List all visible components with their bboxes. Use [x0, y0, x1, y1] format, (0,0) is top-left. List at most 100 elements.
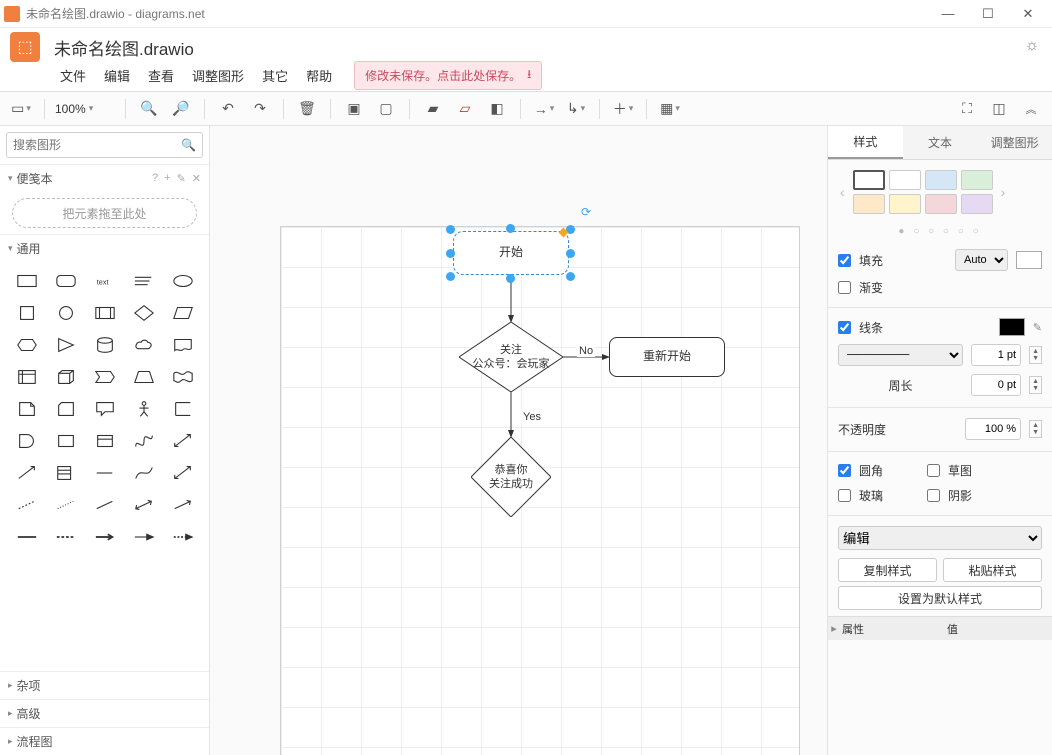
search-input[interactable]: [13, 138, 181, 152]
perimeter-spin[interactable]: ▲▼: [1029, 376, 1042, 394]
shape-parallelogram[interactable]: [166, 300, 199, 326]
menu-file[interactable]: 文件: [60, 66, 86, 85]
undo-button[interactable]: ↶: [215, 96, 241, 122]
delete-button[interactable]: 🗑: [294, 96, 320, 122]
shape-curve[interactable]: [127, 428, 160, 454]
shape-rect[interactable]: [10, 268, 43, 294]
set-default-button[interactable]: 设置为默认样式: [838, 586, 1042, 610]
scratchpad-header[interactable]: ▾ 便笺本 ? + ✎ ✕: [0, 164, 209, 192]
shape-hexagon[interactable]: [10, 332, 43, 358]
node-decision[interactable]: 关注 公众号：会玩家: [459, 322, 563, 392]
opacity-spin[interactable]: ▲▼: [1029, 420, 1042, 438]
shadow-checkbox[interactable]: [927, 489, 940, 502]
unsaved-banner[interactable]: 修改未保存。点击此处保存。 ⭳: [354, 61, 542, 90]
rotate-handle[interactable]: ⟳: [581, 205, 593, 217]
scratchpad-drop[interactable]: 把元素拖至此处: [12, 198, 197, 228]
tab-arrange[interactable]: 调整图形: [977, 126, 1052, 159]
table-button[interactable]: ▦: [657, 96, 683, 122]
sel-handle[interactable]: [446, 249, 455, 258]
paste-style-button[interactable]: 粘贴样式: [943, 558, 1042, 582]
swatch[interactable]: [925, 194, 957, 214]
flowchart-header[interactable]: ▸流程图: [0, 727, 209, 755]
shape-process[interactable]: [88, 300, 121, 326]
shape-roundrect[interactable]: [49, 268, 82, 294]
shape-link4[interactable]: [127, 524, 160, 550]
shape-link3[interactable]: [88, 524, 121, 550]
menu-arrange[interactable]: 调整图形: [192, 66, 244, 85]
edit-style-select[interactable]: 编辑: [838, 526, 1042, 550]
line-color-picker[interactable]: ✎: [1033, 321, 1042, 334]
line-style-select[interactable]: ────────: [838, 344, 963, 366]
zoom-dropdown[interactable]: 100%▾: [55, 102, 115, 116]
minimize-button[interactable]: —: [928, 0, 968, 28]
sel-handle[interactable]: [446, 225, 455, 234]
shape-ellipse[interactable]: [166, 268, 199, 294]
doc-name[interactable]: 未命名绘图.drawio: [54, 35, 1022, 60]
glass-checkbox[interactable]: [838, 489, 851, 502]
swatch[interactable]: [889, 170, 921, 190]
shape-search[interactable]: 🔍: [6, 132, 203, 158]
swatch-pager[interactable]: ● ○ ○ ○ ○ ○: [828, 224, 1052, 245]
redo-button[interactable]: ↷: [247, 96, 273, 122]
shape-circle[interactable]: [49, 300, 82, 326]
line-width-input[interactable]: [971, 344, 1021, 366]
node-done[interactable]: 恭喜你 关注成功: [471, 437, 551, 517]
menu-other[interactable]: 其它: [262, 66, 288, 85]
shape-and[interactable]: [49, 428, 82, 454]
perimeter-input[interactable]: [971, 374, 1021, 396]
edge-label-no[interactable]: No: [577, 345, 595, 357]
format-panel-button[interactable]: ◫: [986, 96, 1012, 122]
fill-color-button[interactable]: ▰: [420, 96, 446, 122]
swatch[interactable]: [889, 194, 921, 214]
shape-cylinder[interactable]: [88, 332, 121, 358]
appearance-icon[interactable]: ☼: [1022, 37, 1042, 57]
shape-document[interactable]: [166, 332, 199, 358]
swatch-next[interactable]: ›: [999, 184, 1008, 200]
maximize-button[interactable]: ☐: [968, 0, 1008, 28]
node-restart[interactable]: 重新开始: [609, 337, 725, 377]
waypoint-button[interactable]: ↳: [563, 96, 589, 122]
shape-triangle[interactable]: [49, 332, 82, 358]
shape-cloud[interactable]: [127, 332, 160, 358]
search-icon[interactable]: 🔍: [181, 138, 196, 152]
stroke-color-button[interactable]: ▱: [452, 96, 478, 122]
shape-list[interactable]: [49, 460, 82, 486]
shape-dotted[interactable]: [49, 492, 82, 518]
shape-listitem[interactable]: [88, 460, 121, 486]
node-start[interactable]: 开始: [453, 231, 569, 275]
copy-style-button[interactable]: 复制样式: [838, 558, 937, 582]
shape-curve2[interactable]: [127, 460, 160, 486]
sketch-checkbox[interactable]: [927, 464, 940, 477]
connection-button[interactable]: →: [531, 96, 557, 122]
shape-bidir[interactable]: [127, 492, 160, 518]
gradient-checkbox[interactable]: [838, 281, 851, 294]
sel-handle[interactable]: [446, 272, 455, 281]
shape-datastore[interactable]: [88, 428, 121, 454]
close-button[interactable]: ✕: [1008, 0, 1048, 28]
shadow-button[interactable]: ◧: [484, 96, 510, 122]
shape-diamond[interactable]: [127, 300, 160, 326]
shape-bracket[interactable]: [166, 396, 199, 422]
sel-handle[interactable]: [506, 274, 515, 283]
swatch[interactable]: [961, 170, 993, 190]
shape-link5[interactable]: [166, 524, 199, 550]
collapse-button[interactable]: ︽: [1018, 96, 1044, 122]
menu-view[interactable]: 查看: [148, 66, 174, 85]
insert-button[interactable]: ＋: [610, 96, 636, 122]
shape-textbox[interactable]: [127, 268, 160, 294]
sel-handle[interactable]: [566, 249, 575, 258]
shape-link1[interactable]: [10, 524, 43, 550]
edge-label-yes[interactable]: Yes: [521, 411, 543, 423]
shape-step[interactable]: [88, 364, 121, 390]
zoom-in-button[interactable]: 🔍: [136, 96, 162, 122]
scratchpad-help[interactable]: ?: [152, 172, 158, 185]
rounded-checkbox[interactable]: [838, 464, 851, 477]
fill-mode-select[interactable]: Auto: [955, 249, 1008, 271]
shape-actor[interactable]: [127, 396, 160, 422]
general-header[interactable]: ▾ 通用: [0, 234, 209, 262]
swatch[interactable]: [961, 194, 993, 214]
swatch[interactable]: [853, 170, 885, 190]
swatch-prev[interactable]: ‹: [838, 184, 847, 200]
shape-or[interactable]: [10, 428, 43, 454]
fullscreen-button[interactable]: ⛶: [954, 96, 980, 122]
